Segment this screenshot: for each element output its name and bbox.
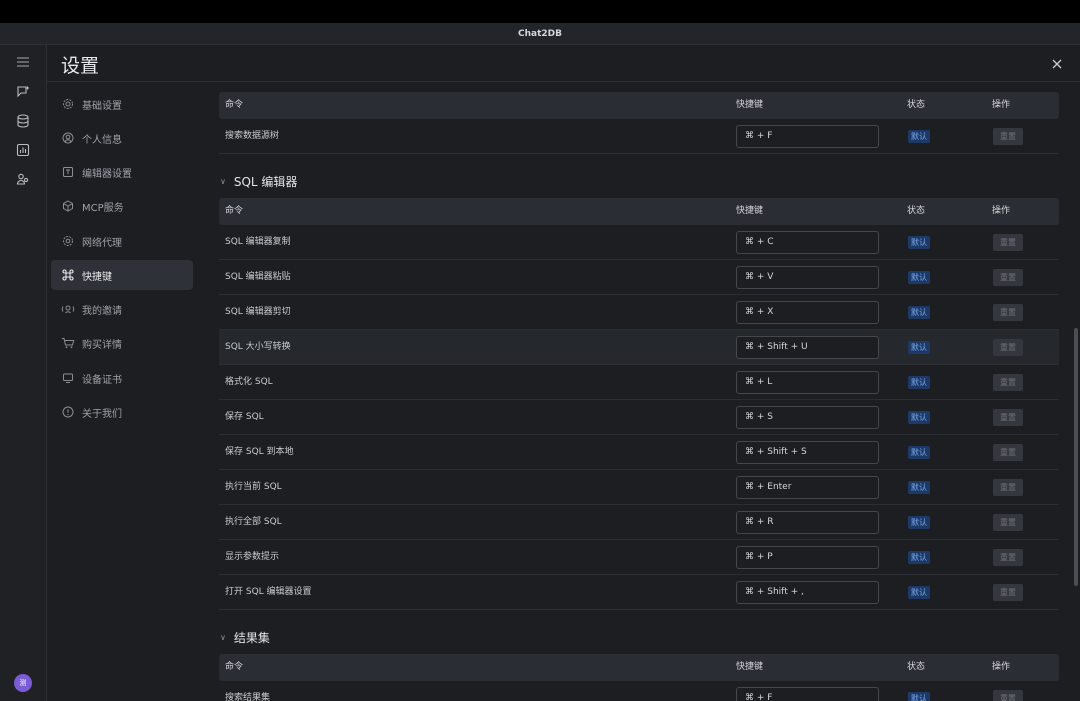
reset-button[interactable]: 重置	[993, 444, 1023, 461]
table-header: 命令 快捷键 状态 操作	[219, 654, 1059, 681]
table-row: 打开 SQL 编辑器设置 ⌘ + Shift + , 默认 重置	[219, 575, 1059, 610]
status-badge: 默认	[908, 692, 930, 701]
section-header-sql-editor[interactable]: ∨ SQL 编辑器	[220, 172, 297, 190]
nav-item-purchase[interactable]: 购买详情	[51, 328, 193, 358]
table-row: 格式化 SQL ⌘ + L 默认 重置	[219, 365, 1059, 400]
nav-item-proxy[interactable]: 网络代理	[51, 226, 193, 256]
table-header: 命令 快捷键 状态 操作	[219, 198, 1059, 225]
shortcut-input[interactable]: ⌘ + V	[736, 266, 879, 289]
status-badge: 默认	[908, 516, 930, 529]
table-row: 保存 SQL 到本地 ⌘ + Shift + S 默认 重置	[219, 435, 1059, 470]
reset-button[interactable]: 重置	[993, 269, 1023, 286]
system-top-bar	[0, 0, 1080, 23]
shortcut-input[interactable]: ⌘ + F	[736, 125, 879, 148]
table-row: SQL 编辑器剪切 ⌘ + X 默认 重置	[219, 295, 1059, 330]
shortcut-input[interactable]: ⌘ + Shift + U	[736, 336, 879, 359]
table-row: 执行全部 SQL ⌘ + R 默认 重置	[219, 505, 1059, 540]
reset-button[interactable]: 重置	[993, 374, 1023, 391]
database-icon[interactable]	[14, 112, 32, 130]
nav-item-invite[interactable]: 我的邀请	[51, 294, 193, 324]
settings-header: 设置	[47, 45, 1080, 82]
icon-rail: 测	[0, 45, 47, 701]
reset-button[interactable]: 重置	[993, 339, 1023, 356]
table-row: 保存 SQL ⌘ + S 默认 重置	[219, 400, 1059, 435]
status-badge: 默认	[908, 130, 930, 143]
status-badge: 默认	[908, 236, 930, 249]
chevron-down-icon: ∨	[220, 632, 226, 642]
gear-icon	[61, 97, 75, 111]
command-icon	[61, 268, 75, 282]
info-icon	[61, 405, 75, 419]
nav-item-profile[interactable]: 个人信息	[51, 123, 193, 153]
user-icon	[61, 131, 75, 145]
table-row: 执行当前 SQL ⌘ + Enter 默认 重置	[219, 470, 1059, 505]
reset-button[interactable]: 重置	[993, 128, 1023, 145]
cart-icon	[61, 336, 75, 350]
table-row: 搜索数据源树 ⌘ + F 默认 重置	[219, 119, 1059, 154]
close-icon[interactable]	[1050, 56, 1064, 70]
team-icon[interactable]	[14, 170, 32, 188]
reset-button[interactable]: 重置	[993, 514, 1023, 531]
table-row: SQL 编辑器粘贴 ⌘ + V 默认 重置	[219, 260, 1059, 295]
table-header: 命令 快捷键 状态 操作	[219, 92, 1059, 119]
nav-item-about[interactable]: 关于我们	[51, 397, 193, 427]
reset-button[interactable]: 重置	[993, 690, 1023, 701]
reset-button[interactable]: 重置	[993, 234, 1023, 251]
shortcut-input[interactable]: ⌘ + L	[736, 371, 879, 394]
reset-button[interactable]: 重置	[993, 549, 1023, 566]
settings-nav: 基础设置 个人信息 编辑器设置 MCP服务 网络代理 快捷键 我的邀请 购买详情…	[47, 82, 200, 701]
status-badge: 默认	[908, 411, 930, 424]
invite-icon	[61, 302, 75, 316]
shortcut-input[interactable]: ⌘ + S	[736, 406, 879, 429]
status-badge: 默认	[908, 306, 930, 319]
status-badge: 默认	[908, 341, 930, 354]
shortcut-input[interactable]: ⌘ + P	[736, 546, 879, 569]
nav-item-basic[interactable]: 基础设置	[51, 89, 193, 119]
reset-button[interactable]: 重置	[993, 584, 1023, 601]
status-badge: 默认	[908, 376, 930, 389]
shortcut-input[interactable]: ⌘ + R	[736, 511, 879, 534]
nav-item-mcp[interactable]: MCP服务	[51, 191, 193, 221]
reset-button[interactable]: 重置	[993, 304, 1023, 321]
shortcut-input[interactable]: ⌘ + Shift + S	[736, 441, 879, 464]
shortcut-input[interactable]: ⌘ + C	[736, 231, 879, 254]
cube-icon	[61, 199, 75, 213]
nav-item-editor[interactable]: 编辑器设置	[51, 157, 193, 187]
nav-item-shortcuts[interactable]: 快捷键	[51, 260, 193, 290]
shortcuts-content: 命令 快捷键 状态 操作 搜索数据源树 ⌘ + F 默认 重置 ∨ SQL 编辑…	[200, 82, 1072, 701]
scrollbar[interactable]	[1074, 328, 1078, 586]
nav-item-device-cert[interactable]: 设备证书	[51, 363, 193, 393]
shortcut-input[interactable]: ⌘ + X	[736, 301, 879, 324]
table-row: SQL 大小写转换 ⌘ + Shift + U 默认 重置	[219, 330, 1059, 365]
table-row: 搜索结果集 ⌘ + F 默认 重置	[219, 681, 1059, 701]
reset-button[interactable]: 重置	[993, 409, 1023, 426]
window-title: Chat2DB	[0, 23, 1080, 45]
reset-button[interactable]: 重置	[993, 479, 1023, 496]
shortcut-input[interactable]: ⌘ + Enter	[736, 476, 879, 499]
chevron-down-icon: ∨	[220, 176, 226, 186]
proxy-icon	[61, 234, 75, 248]
table-row: 显示参数提示 ⌘ + P 默认 重置	[219, 540, 1059, 575]
avatar[interactable]: 测	[14, 674, 32, 692]
status-badge: 默认	[908, 586, 930, 599]
section-header-result-set[interactable]: ∨ 结果集	[220, 628, 270, 646]
status-badge: 默认	[908, 271, 930, 284]
page-title: 设置	[61, 55, 100, 77]
monitor-icon	[61, 371, 75, 385]
status-badge: 默认	[908, 551, 930, 564]
chart-icon[interactable]	[14, 141, 32, 159]
table-row: SQL 编辑器复制 ⌘ + C 默认 重置	[219, 225, 1059, 260]
menu-icon[interactable]	[14, 53, 32, 71]
editor-icon	[61, 165, 75, 179]
shortcut-input[interactable]: ⌘ + Shift + ,	[736, 581, 879, 604]
shortcut-input[interactable]: ⌘ + F	[736, 687, 879, 701]
chat-icon[interactable]	[14, 83, 32, 101]
status-badge: 默认	[908, 446, 930, 459]
status-badge: 默认	[908, 481, 930, 494]
